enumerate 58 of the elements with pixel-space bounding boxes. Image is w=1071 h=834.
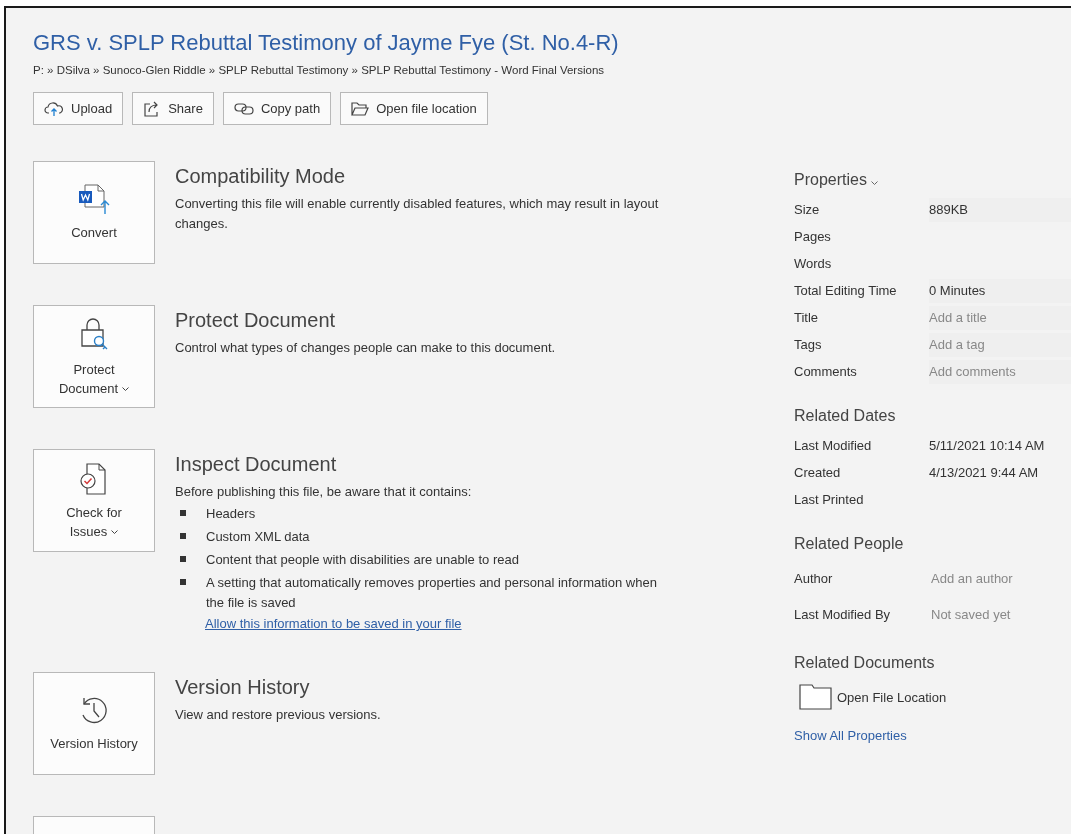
open-location-link[interactable]: Open File Location	[837, 689, 947, 705]
link-icon	[233, 101, 254, 116]
property-label: Last Modified By	[794, 606, 892, 622]
properties-heading[interactable]: Properties	[794, 171, 1071, 189]
section-title: Compatibility Mode	[175, 165, 347, 188]
group-heading: Related People	[794, 535, 905, 553]
folder-icon	[799, 684, 833, 710]
group-heading: Related Documents	[794, 654, 936, 672]
folder-icon	[351, 101, 370, 116]
property-label: Size	[794, 202, 821, 217]
tile-button[interactable]: Check for Issues	[33, 449, 155, 552]
action-button[interactable]: Share	[132, 92, 214, 125]
section-description: Before publishing this file, be aware that it contains:	[175, 483, 473, 501]
allow-link[interactable]: Allow this information to be saved in your file	[205, 616, 462, 631]
section-title: Version History	[175, 676, 311, 699]
section-description: Control what types of changes people can make to this document.	[175, 339, 556, 357]
bullet-icon	[180, 556, 186, 562]
bullet-text: Content that people with disabilities are unable to read	[206, 551, 519, 569]
property-label: Created	[794, 465, 842, 480]
caret-icon	[871, 181, 879, 185]
property-label: Last Printed	[794, 492, 865, 507]
tile-button[interactable]: Convert	[33, 161, 155, 264]
action-button[interactable]: Copy path	[222, 92, 332, 125]
caret-icon	[111, 530, 119, 535]
property-label: Tags	[794, 337, 823, 352]
property-label: Title	[794, 310, 820, 325]
section-description: View and restore previous versions.	[175, 706, 381, 724]
action-button[interactable]: Upload	[33, 92, 124, 125]
cloud-upload-icon	[44, 100, 64, 117]
document-title: GRS v. SPLP Rebuttal Testimony of Jayme Fye (St. No.4-R)	[33, 30, 620, 56]
tile-button[interactable]: Protect Document	[33, 305, 155, 408]
show-all-link[interactable]: Show All Properties	[794, 728, 907, 743]
caret-icon	[122, 387, 130, 392]
section-description: Converting this file will enable currently disabled features, which may result in layout changes.	[175, 195, 660, 233]
section-title: Protect Document	[175, 309, 337, 332]
property-value: 889KB	[929, 197, 1071, 222]
section-title: Inspect Document	[175, 453, 338, 476]
bullet-icon	[180, 510, 186, 516]
tile-button[interactable]: Version History	[33, 672, 155, 775]
property-label: Comments	[794, 364, 858, 379]
action-button[interactable]: Open file location	[340, 92, 488, 125]
property-value: 4/13/2021 9:44 AM	[929, 464, 1040, 482]
breadcrumb-path: P: » DSilva » Sunoco-Glen Riddle » SPLP Rebuttal Testimony » SPLP Rebuttal Testimony - Word Final Versions	[33, 64, 606, 76]
property-label: Words	[794, 256, 833, 271]
word-convert-icon	[77, 183, 111, 217]
property-label: Pages	[794, 229, 832, 244]
property-value: 0 Minutes	[929, 278, 1071, 303]
property-label: Last Modified	[794, 438, 873, 453]
bullet-icon	[180, 533, 186, 539]
bullet-text: Headers	[206, 505, 256, 523]
bullet-text: Custom XML data	[206, 528, 310, 546]
bullet-icon	[180, 579, 186, 585]
tile-button[interactable]	[33, 816, 155, 834]
bullet-text: A setting that automatically removes properties and personal information when the file is saved	[206, 574, 658, 612]
property-value: 5/11/2021 10:14 AM	[929, 437, 1046, 455]
property-label: Total Editing Time	[794, 283, 898, 298]
group-heading: Related Dates	[794, 407, 897, 425]
property-label: Author	[794, 570, 834, 586]
